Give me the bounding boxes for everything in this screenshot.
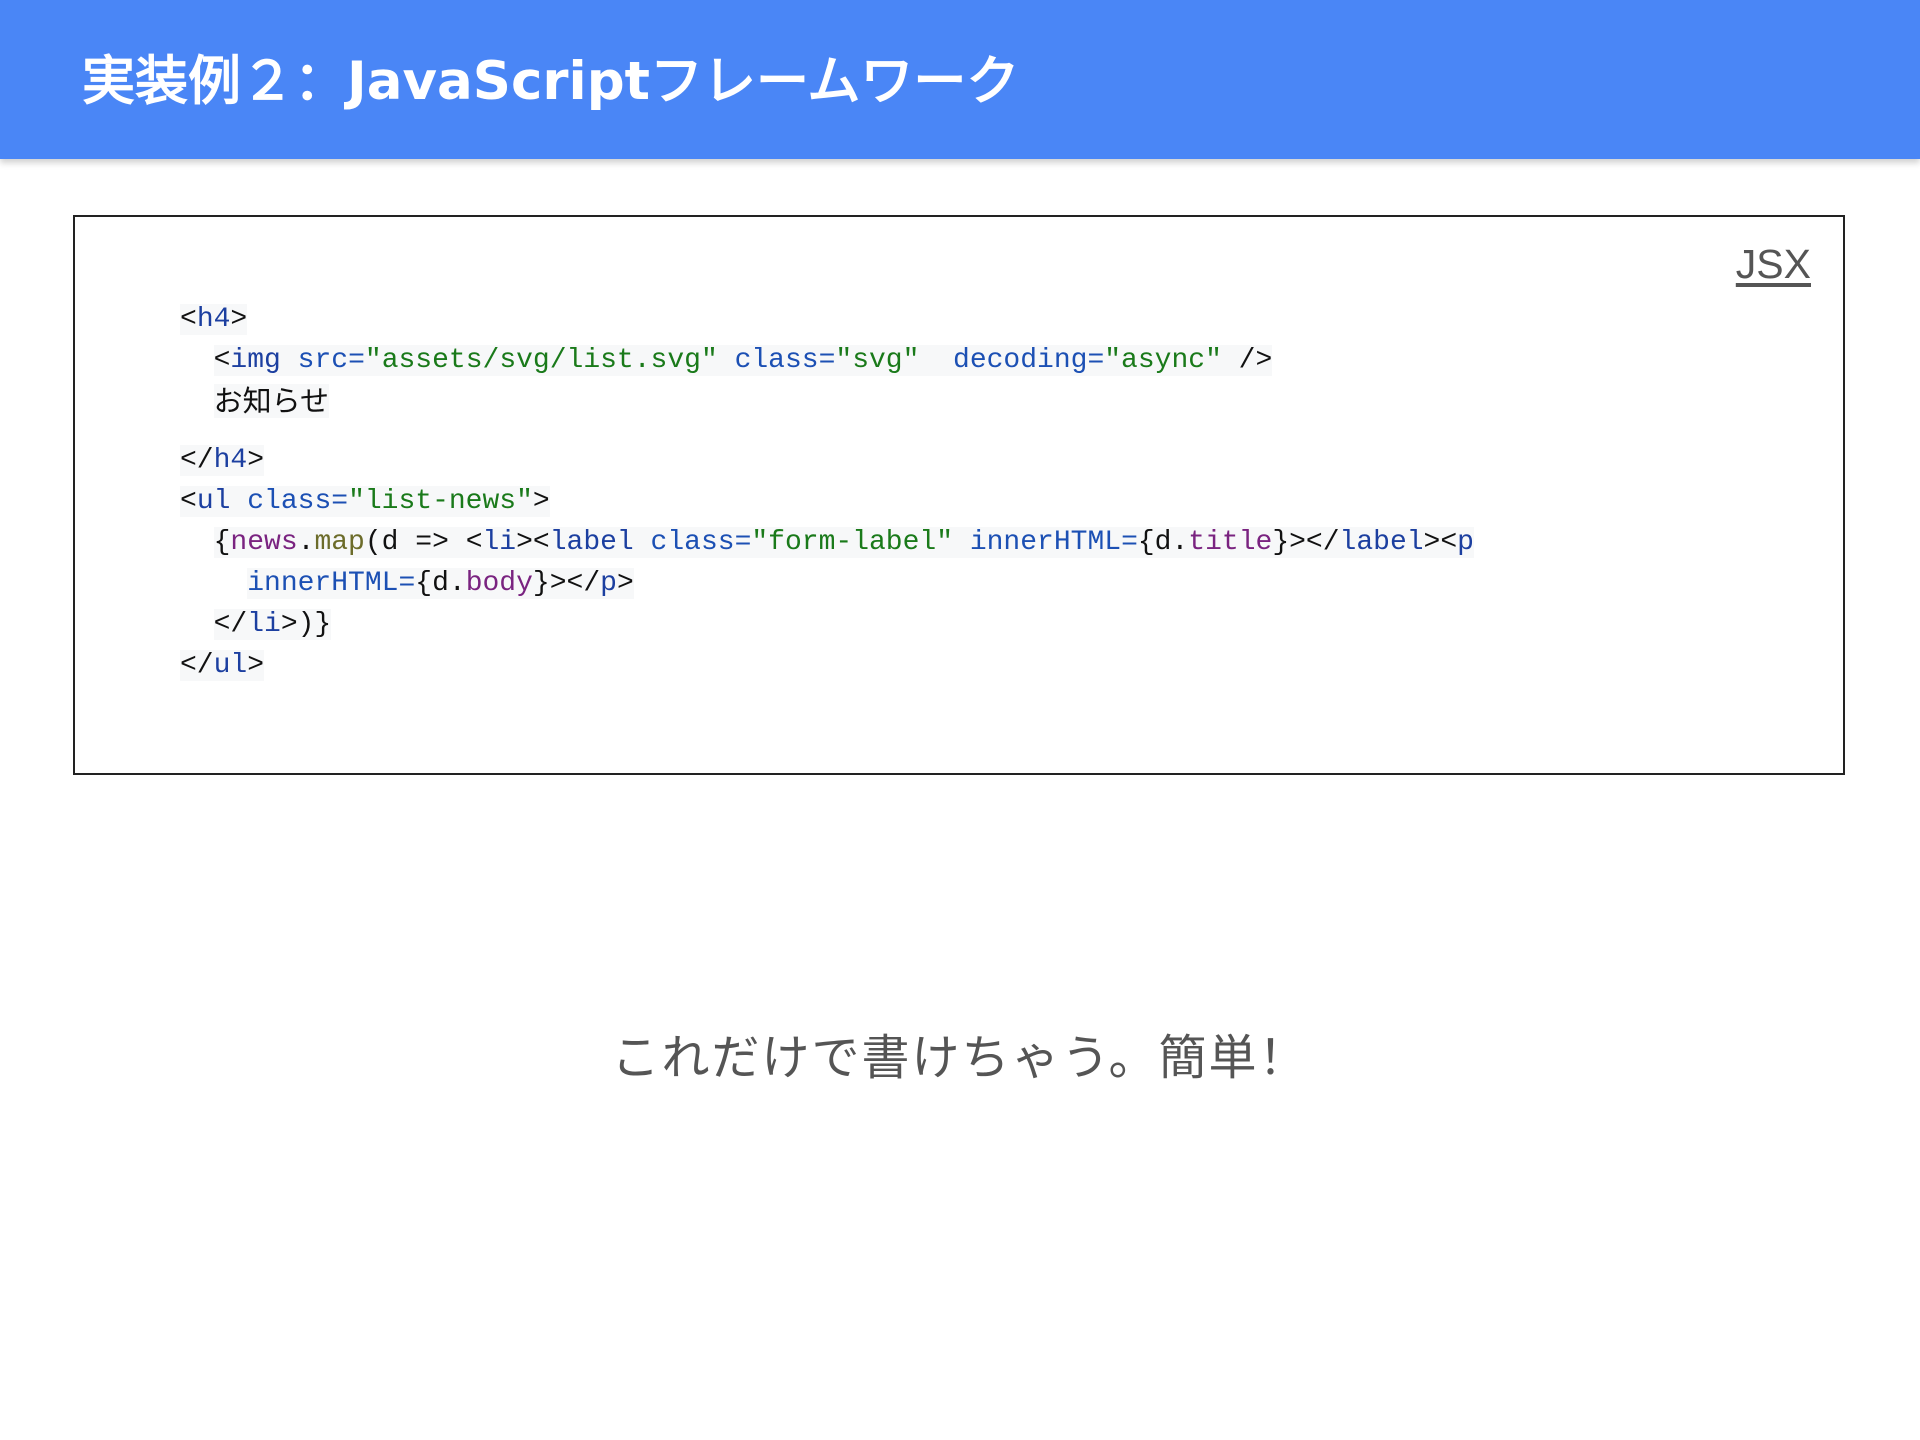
code-line: innerHTML={d.body}></p> [180, 563, 1474, 604]
code-token: お知らせ [213, 384, 330, 418]
code-token: </ [180, 650, 214, 681]
code-token: > [532, 486, 550, 517]
code-token: "list-news" [348, 486, 533, 517]
code-token: . [297, 527, 315, 558]
code-token: {d. [1137, 527, 1189, 558]
code-token: src [297, 345, 349, 376]
code-token: { [213, 527, 231, 558]
code-token: >< [516, 527, 550, 558]
code-token: decoding [953, 345, 1088, 376]
code-token: >)} [280, 609, 332, 640]
slide-title: 実装例２：JavaScriptフレームワーク [82, 51, 1020, 112]
code-token: map [314, 527, 365, 558]
code-token: = [331, 486, 349, 517]
code-token: h4 [196, 304, 231, 335]
code-token: }></ [1272, 527, 1340, 558]
code-line: </ul> [180, 645, 1474, 686]
code-token: body [465, 568, 533, 599]
code-token: class [650, 527, 735, 558]
code-token: }></ [532, 568, 601, 599]
code-token: class [734, 345, 819, 376]
code-token: "assets/svg/list.svg" [364, 345, 718, 376]
code-line: <img src="assets/svg/list.svg" class="sv… [180, 340, 1474, 381]
code-token: p [1457, 527, 1474, 558]
code-token: /> [1221, 345, 1273, 376]
code-token: "async" [1104, 345, 1222, 376]
code-token: = [734, 527, 752, 558]
code-block: JSX <h4> <img src="assets/svg/list.svg" … [73, 215, 1845, 775]
code-language-label: JSX [1735, 241, 1811, 287]
code-token: < [180, 486, 197, 517]
code-line: <ul class="list-news"> [180, 481, 1474, 522]
code-line: </h4> [180, 440, 1474, 481]
slide-caption: これだけで書けちゃう。簡単！ [611, 1030, 1309, 1086]
code-token: img [230, 345, 281, 376]
code-token: >< [1423, 527, 1458, 558]
code-token: ul [213, 650, 248, 681]
code-line: </li>)} [180, 604, 1474, 645]
code-token: label [1339, 527, 1424, 558]
code-token: innerHTML [969, 527, 1122, 558]
code-token: < [213, 345, 231, 376]
code-token: li [482, 527, 517, 558]
code-token: title [1188, 527, 1273, 558]
code-token: innerHTML [247, 568, 399, 599]
code-token: = [818, 345, 836, 376]
code-token: </ [213, 609, 248, 640]
code-token: ul [196, 486, 231, 517]
code-token: < [180, 304, 197, 335]
code-token: {d. [415, 568, 466, 599]
code-token: = [398, 568, 416, 599]
code-token: label [549, 527, 634, 558]
code-line: {news.map(d => <li><label class="form-la… [180, 522, 1474, 563]
code-token: > [247, 650, 265, 681]
code-token: = [348, 345, 365, 376]
code-token: news [230, 527, 298, 558]
code-token: > [247, 445, 265, 476]
code-token: h4 [213, 445, 248, 476]
slide-header: 実装例２：JavaScriptフレームワーク [0, 0, 1920, 159]
code-token: "svg" [835, 345, 920, 376]
code-token: class [247, 486, 332, 517]
code-token: "form-label" [751, 527, 954, 558]
code-token: p [600, 568, 617, 599]
code-token: > [616, 568, 634, 599]
code-token: (d => < [364, 527, 483, 558]
code-content: <h4> <img src="assets/svg/list.svg" clas… [180, 299, 1474, 686]
code-line: お知らせ [180, 381, 1474, 422]
code-token: > [230, 304, 248, 335]
code-token: li [247, 609, 281, 640]
code-token: </ [180, 445, 214, 476]
code-line: <h4> [180, 299, 1474, 340]
code-token: = [1121, 527, 1138, 558]
code-token: = [1087, 345, 1105, 376]
